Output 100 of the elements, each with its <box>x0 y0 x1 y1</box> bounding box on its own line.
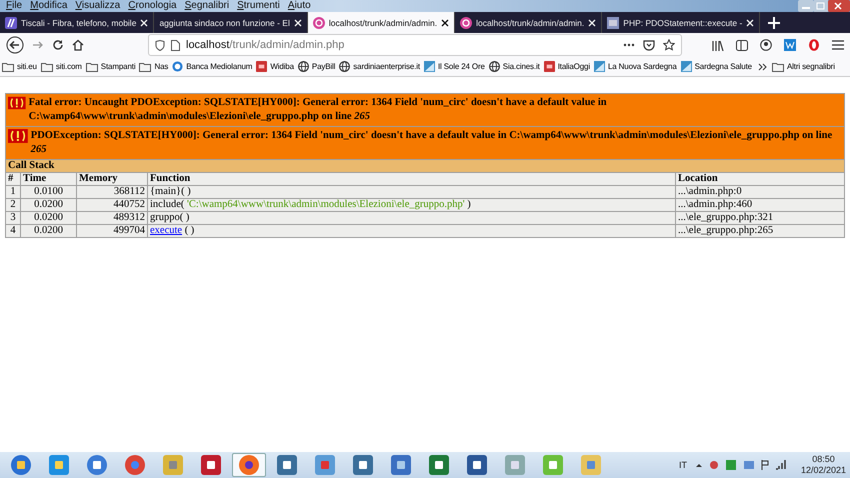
folder-icon <box>40 62 53 72</box>
column-header: Memory <box>76 172 148 186</box>
function-text: gruppo( ) <box>150 212 190 223</box>
menu-item[interactable]: Aiuto <box>284 0 315 12</box>
back-icon[interactable] <box>6 36 24 54</box>
column-header: # <box>6 172 20 186</box>
error-message: Fatal error: Uncaught PDOException: SQLSTATE[HY000]: General error: 1364 Field 'num_circ' doesn't have a default value in C:\wamp64\www\trunk\admin\modules\Elezioni\ele_gruppo.php on line 265 <box>28 96 608 124</box>
bookmark[interactable]: Sia.cines.it <box>488 61 540 72</box>
function-text: include( <box>150 199 184 210</box>
site-logo-icon <box>256 61 268 72</box>
app-icon <box>162 454 184 476</box>
forward-icon[interactable] <box>32 39 44 51</box>
folder-icon <box>772 62 784 72</box>
table-cell: 0.0100 <box>20 186 76 198</box>
menu-item[interactable]: Strumenti <box>233 0 284 12</box>
bookmark[interactable]: siti.com <box>40 62 82 72</box>
globe-icon <box>339 61 350 72</box>
library-icon[interactable] <box>712 40 724 50</box>
page-icon <box>171 40 180 50</box>
string-argument: 'C:\wamp64\www\trunk\admin\modules\Elezioni\ele_gruppo.php' <box>187 199 465 210</box>
table-cell: 4 <box>6 224 20 238</box>
table-cell: 489312 <box>76 212 148 224</box>
bookmark[interactable]: Nas <box>139 62 168 72</box>
new-tab-icon[interactable] <box>768 17 780 29</box>
star-icon[interactable] <box>663 39 675 51</box>
pocket-icon[interactable] <box>643 40 655 50</box>
tab-site-icon <box>460 16 472 28</box>
table-cell: ...\ele_gruppo.php:321 <box>676 212 844 224</box>
tab-site-icon <box>607 16 620 28</box>
table-cell: 3 <box>6 212 20 224</box>
app-icon <box>276 454 298 476</box>
table-cell: 0.0200 <box>20 224 76 238</box>
menu-item[interactable]: Segnalibri <box>180 0 234 12</box>
table-cell: 499704 <box>76 224 148 238</box>
close-icon[interactable] <box>441 18 450 26</box>
bookmark[interactable]: Sardegna Salute <box>680 61 752 72</box>
menu-item[interactable]: File <box>2 0 26 12</box>
bookmark[interactable]: Il Sole 24 Ore <box>424 61 485 72</box>
extension-icon[interactable] <box>784 39 796 51</box>
table-cell: 1 <box>6 186 20 198</box>
site-logo-icon <box>680 61 692 72</box>
site-logo-icon <box>172 61 184 72</box>
account-icon[interactable] <box>760 39 772 51</box>
error-message: PDOException: SQLSTATE[HY000]: General error: 1364 Field 'num_circ' doesn't have a default value in C:\wamp64\www\trunk\admin\modules\Elezioni\ele_gruppo.php on line 265 <box>30 129 834 157</box>
menu-item[interactable]: Cronologia <box>124 0 181 12</box>
function-text: ) <box>467 199 471 210</box>
bookmark[interactable]: Banca Mediolanum <box>172 61 252 72</box>
chevron-icon[interactable] <box>758 62 768 70</box>
bookmark[interactable]: PayBill <box>298 61 336 72</box>
reload-icon[interactable] <box>52 39 64 51</box>
app-icon <box>390 454 412 476</box>
menu-item[interactable]: Visualizza <box>71 0 124 12</box>
section-heading: Call Stack <box>6 160 844 172</box>
home-icon[interactable] <box>72 39 84 51</box>
function-link[interactable]: execute <box>150 225 182 236</box>
app-icon <box>466 454 488 476</box>
address-bar[interactable]: localhost/trunk/admin/admin.php <box>148 34 682 56</box>
taskbar-button[interactable] <box>232 453 266 477</box>
tab-site-icon <box>5 16 17 28</box>
warning-icon <box>8 96 26 110</box>
menu-item[interactable]: Modifica <box>26 0 72 12</box>
bookmark[interactable]: Altri segnalibri <box>772 62 835 72</box>
window-controls-icon[interactable] <box>798 0 850 12</box>
site-logo-icon <box>544 61 555 72</box>
warning-icon <box>8 129 28 143</box>
language-indicator[interactable]: IT <box>678 460 687 470</box>
column-header: Location <box>676 172 844 186</box>
bookmark[interactable]: Stampanti <box>86 62 136 72</box>
extension-icon[interactable] <box>808 39 820 51</box>
column-header: Function <box>148 172 676 186</box>
app-icon <box>48 454 70 476</box>
table-cell: ...\admin.php:460 <box>676 198 844 212</box>
column-header: Time <box>20 172 76 186</box>
app-icon <box>86 454 108 476</box>
app-icon <box>314 454 336 476</box>
folder-icon <box>139 62 152 72</box>
clock[interactable]: 08:50 12/02/2021 <box>800 454 846 476</box>
app-icon <box>238 454 260 476</box>
menu-icon[interactable] <box>832 40 844 50</box>
tab-site-icon <box>312 16 325 28</box>
function-text: ( ) <box>184 225 194 236</box>
folder-icon <box>86 62 98 72</box>
browser-tab[interactable]: localhost/trunk/admin/admin. <box>308 12 456 33</box>
bookmark[interactable]: siti.eu <box>2 62 37 72</box>
table-cell: 0.0200 <box>20 212 76 224</box>
site-logo-icon <box>424 61 435 72</box>
app-icon <box>504 454 526 476</box>
bookmark[interactable]: La Nuova Sardegna <box>594 61 677 72</box>
app-icon <box>10 454 32 476</box>
more-icon[interactable] <box>623 43 635 47</box>
sidebar-icon[interactable] <box>736 40 748 50</box>
table-cell: ...\ele_gruppo.php:265 <box>676 224 844 238</box>
table-cell: 2 <box>6 198 20 212</box>
app-icon <box>124 454 146 476</box>
table-cell: 440752 <box>76 198 148 212</box>
table-cell: 0.0200 <box>20 198 76 212</box>
bookmark[interactable]: sardiniaenterprise.it <box>339 61 420 72</box>
bookmark[interactable]: ItaliaOggi <box>544 61 590 72</box>
function-text: {main}( ) <box>150 186 191 197</box>
bookmark[interactable]: Widiba <box>256 61 294 72</box>
